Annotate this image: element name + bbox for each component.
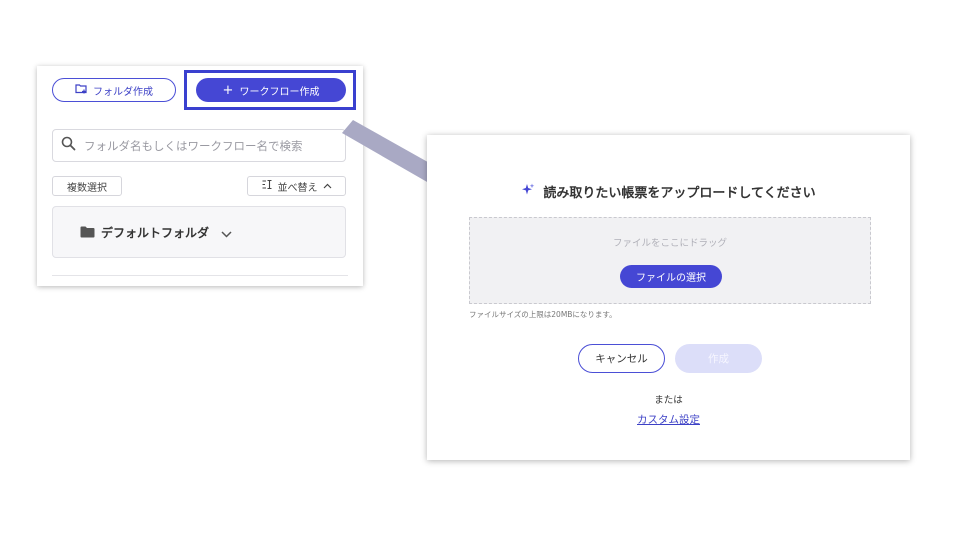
cancel-button[interactable]: キャンセル bbox=[578, 344, 665, 373]
sparkle-icon bbox=[521, 183, 535, 201]
file-size-note: ファイルサイズの上限は20MBになります。 bbox=[469, 310, 617, 319]
create-label: 作成 bbox=[708, 353, 729, 365]
select-file-button[interactable]: ファイルの選択 bbox=[620, 265, 722, 288]
drop-hint: ファイルをここにドラッグ bbox=[612, 238, 727, 249]
upload-dialog: 読み取りたい帳票をアップロードしてください ファイルをここにドラッグ ファイルの… bbox=[427, 135, 910, 460]
create-button[interactable]: 作成 bbox=[675, 344, 762, 373]
dialog-title: 読み取りたい帳票をアップロードしてください bbox=[427, 182, 910, 201]
file-dropzone[interactable]: ファイルをここにドラッグ ファイルの選択 bbox=[469, 217, 871, 304]
dialog-title-text: 読み取りたい帳票をアップロードしてください bbox=[543, 186, 816, 201]
custom-settings-link[interactable]: カスタム設定 bbox=[427, 412, 910, 427]
cancel-label: キャンセル bbox=[595, 353, 648, 365]
or-label: または bbox=[654, 395, 683, 406]
select-file-label: ファイルの選択 bbox=[636, 273, 706, 284]
